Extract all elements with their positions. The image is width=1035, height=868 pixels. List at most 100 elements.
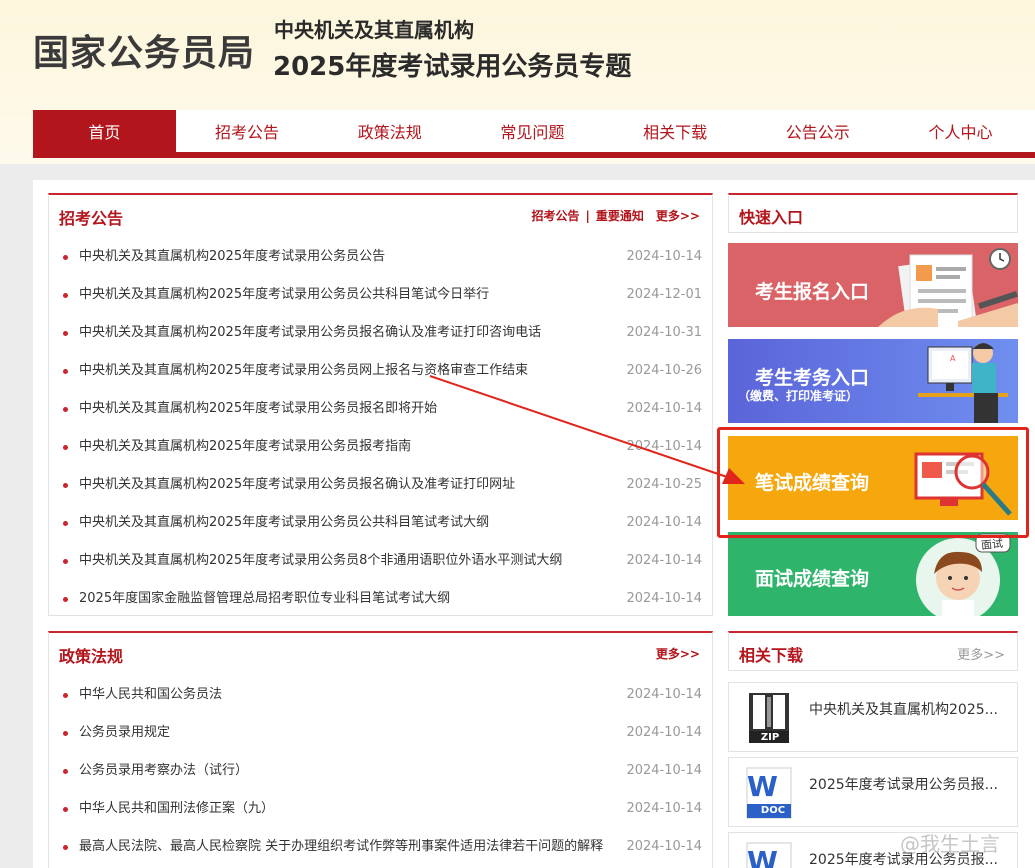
- download-name[interactable]: 2025年度考试录用公务员报...: [809, 774, 998, 794]
- list-item: 2025年度国家金融监督管理总局招考职位专业科目笔试考试大纲 2024-10-14: [49, 580, 712, 618]
- announcement-link[interactable]: 2025年度国家金融监督管理总局招考职位专业科目笔试考试大纲: [79, 580, 450, 618]
- download-name[interactable]: 中央机关及其直属机构2025...: [809, 699, 998, 719]
- bullet-icon: [63, 255, 68, 260]
- bullet-icon: [63, 445, 68, 450]
- downloads-header: 相关下载 更多>>: [728, 631, 1018, 671]
- bullet-icon: [63, 521, 68, 526]
- list-item: 中央机关及其直属机构2025年度考试录用公务员公告 2024-10-14: [49, 238, 712, 276]
- interviewee-avatar-icon: [916, 533, 1011, 616]
- bullet-icon: [63, 293, 68, 298]
- policy-links: 更多>>: [644, 645, 700, 662]
- list-item: 公务员录用考察办法（试行） 2024-10-14: [49, 752, 712, 790]
- policy-link[interactable]: 公务员录用考察办法（试行）: [79, 752, 248, 790]
- computer-user-icon: A: [918, 343, 1008, 423]
- bullet-icon: [63, 693, 68, 698]
- nav-notices[interactable]: 公告公示: [746, 110, 889, 152]
- announcement-link[interactable]: 中央机关及其直属机构2025年度考试录用公务员公共科目笔试考试大纲: [79, 504, 489, 542]
- announcement-link[interactable]: 中央机关及其直属机构2025年度考试录用公务员报名即将开始: [79, 390, 437, 428]
- policy-link[interactable]: 中华人民共和国公务员法: [79, 676, 222, 714]
- bullet-icon: [63, 483, 68, 488]
- announcement-date: 2024-10-14: [626, 439, 702, 454]
- bullet-icon: [63, 331, 68, 336]
- nav-policy[interactable]: 政策法规: [318, 110, 461, 152]
- announcement-date: 2024-10-14: [626, 553, 702, 568]
- doc-file-icon: W: [746, 842, 792, 868]
- site-logo-text[interactable]: 国家公务员局: [33, 24, 255, 76]
- list-item: 中央机关及其直属机构2025年度考试录用公务员报名确认及准考证打印网址 2024-…: [49, 466, 712, 504]
- bullet-icon: [63, 731, 68, 736]
- bullet-icon: [63, 597, 68, 602]
- download-item[interactable]: W DOC 2025年度考试录用公务员报...: [728, 757, 1018, 827]
- policy-date: 2024-10-14: [626, 725, 702, 740]
- svg-text:A: A: [950, 354, 956, 363]
- policy-link[interactable]: 最高人民法院、最高人民检察院 关于办理组织考试作弊等刑事案件适用法律若干问题的解…: [79, 828, 603, 866]
- policy-list: 中华人民共和国公务员法 2024-10-14 公务员录用规定 2024-10-14 …: [49, 676, 712, 866]
- highlight-box: [717, 427, 1029, 538]
- link-announcements[interactable]: 招考公告: [531, 209, 579, 223]
- announcements-links: 招考公告 | 重要通知 更多>>: [531, 207, 700, 224]
- announcement-date: 2024-10-14: [626, 249, 702, 264]
- list-item: 中央机关及其直属机构2025年度考试录用公务员报名即将开始 2024-10-14: [49, 390, 712, 428]
- list-item: 中华人民共和国公务员法 2024-10-14: [49, 676, 712, 714]
- announcement-link[interactable]: 中央机关及其直属机构2025年度考试录用公务员报考指南: [79, 428, 411, 466]
- announcement-date: 2024-10-14: [626, 401, 702, 416]
- register-entry-banner[interactable]: 考生报名入口: [728, 243, 1018, 327]
- policy-date: 2024-10-14: [626, 763, 702, 778]
- announcements-more-link[interactable]: 更多>>: [656, 209, 700, 223]
- nav-downloads[interactable]: 相关下载: [604, 110, 747, 152]
- policy-link[interactable]: 中华人民共和国刑法修正案（九）: [79, 790, 274, 828]
- interview-score-query-banner[interactable]: 面试成绩查询 面试: [728, 532, 1018, 616]
- list-item: 中央机关及其直属机构2025年度考试录用公务员公共科目笔试考试大纲 2024-10…: [49, 504, 712, 542]
- policy-title: 政策法规: [59, 647, 124, 666]
- nav-personal-center[interactable]: 个人中心: [889, 110, 1032, 152]
- announcement-link[interactable]: 中央机关及其直属机构2025年度考试录用公务员网上报名与资格审查工作结束: [79, 352, 528, 390]
- header-subtitle: 中央机关及其直属机构: [274, 18, 474, 42]
- nav-announcements[interactable]: 招考公告: [176, 110, 319, 152]
- bullet-icon: [63, 807, 68, 812]
- bullet-icon: [63, 407, 68, 412]
- announcement-date: 2024-10-14: [626, 591, 702, 606]
- nav-home[interactable]: 首页: [33, 110, 176, 158]
- downloads-more-link[interactable]: 更多>>: [957, 644, 1005, 663]
- policy-more-link[interactable]: 更多>>: [656, 647, 700, 661]
- list-item: 中央机关及其直属机构2025年度考试录用公务员公共科目笔试今日举行 2024-12…: [49, 276, 712, 314]
- main-nav: 首页 招考公告 政策法规 常见问题 相关下载 公告公示 个人中心: [33, 110, 1035, 158]
- list-item: 中华人民共和国刑法修正案（九） 2024-10-14: [49, 790, 712, 828]
- list-item: 最高人民法院、最高人民检察院 关于办理组织考试作弊等刑事案件适用法律若干问题的解…: [49, 828, 712, 866]
- link-separator: |: [585, 209, 590, 223]
- form-document-icon: [878, 248, 1018, 327]
- zip-label: ZIP: [760, 732, 780, 743]
- doc-label: DOC: [760, 805, 786, 816]
- svg-text:W: W: [747, 770, 778, 803]
- policy-link[interactable]: 公务员录用规定: [79, 714, 170, 752]
- quick-entry-title: 快速入口: [739, 208, 804, 227]
- announcement-link[interactable]: 中央机关及其直属机构2025年度考试录用公务员公共科目笔试今日举行: [79, 276, 489, 314]
- announcement-link[interactable]: 中央机关及其直属机构2025年度考试录用公务员公告: [79, 238, 385, 276]
- list-item: 公务员录用规定 2024-10-14: [49, 714, 712, 752]
- announcements-list: 中央机关及其直属机构2025年度考试录用公务员公告 2024-10-14 中央机关…: [49, 238, 712, 618]
- link-important-notices[interactable]: 重要通知: [596, 209, 644, 223]
- policy-date: 2024-10-14: [626, 839, 702, 854]
- announcements-title: 招考公告: [59, 209, 124, 228]
- announcement-date: 2024-10-26: [626, 363, 702, 378]
- policy-date: 2024-10-14: [626, 687, 702, 702]
- announcement-date: 2024-10-31: [626, 325, 702, 340]
- list-item: 中央机关及其直属机构2025年度考试录用公务员报名确认及准考证打印咨询电话 202…: [49, 314, 712, 352]
- quick-entry-header: 快速入口: [728, 193, 1018, 233]
- list-item: 中央机关及其直属机构2025年度考试录用公务员网上报名与资格审查工作结束 2024…: [49, 352, 712, 390]
- nav-faq[interactable]: 常见问题: [461, 110, 604, 152]
- announcement-link[interactable]: 中央机关及其直属机构2025年度考试录用公务员8个非通用语职位外语水平测试大纲: [79, 542, 562, 580]
- announcement-link[interactable]: 中央机关及其直属机构2025年度考试录用公务员报名确认及准考证打印网址: [79, 466, 515, 504]
- announcement-link[interactable]: 中央机关及其直属机构2025年度考试录用公务员报名确认及准考证打印咨询电话: [79, 314, 541, 352]
- bullet-icon: [63, 845, 68, 850]
- header-title: 2025年度考试录用公务员专题: [273, 52, 632, 82]
- downloads-title: 相关下载: [739, 646, 804, 665]
- policy-panel: 政策法规 更多>> 中华人民共和国公务员法 2024-10-14 公务员录用规定 2…: [48, 631, 713, 868]
- announcement-date: 2024-12-01: [626, 287, 702, 302]
- bullet-icon: [63, 369, 68, 374]
- download-item[interactable]: ZIP 中央机关及其直属机构2025...: [728, 682, 1018, 752]
- list-item: 中央机关及其直属机构2025年度考试录用公务员8个非通用语职位外语水平测试大纲 2…: [49, 542, 712, 580]
- bullet-icon: [63, 559, 68, 564]
- announcement-date: 2024-10-14: [626, 515, 702, 530]
- exam-affairs-entry-banner[interactable]: 考生考务入口 （缴费、打印准考证） A: [728, 339, 1018, 423]
